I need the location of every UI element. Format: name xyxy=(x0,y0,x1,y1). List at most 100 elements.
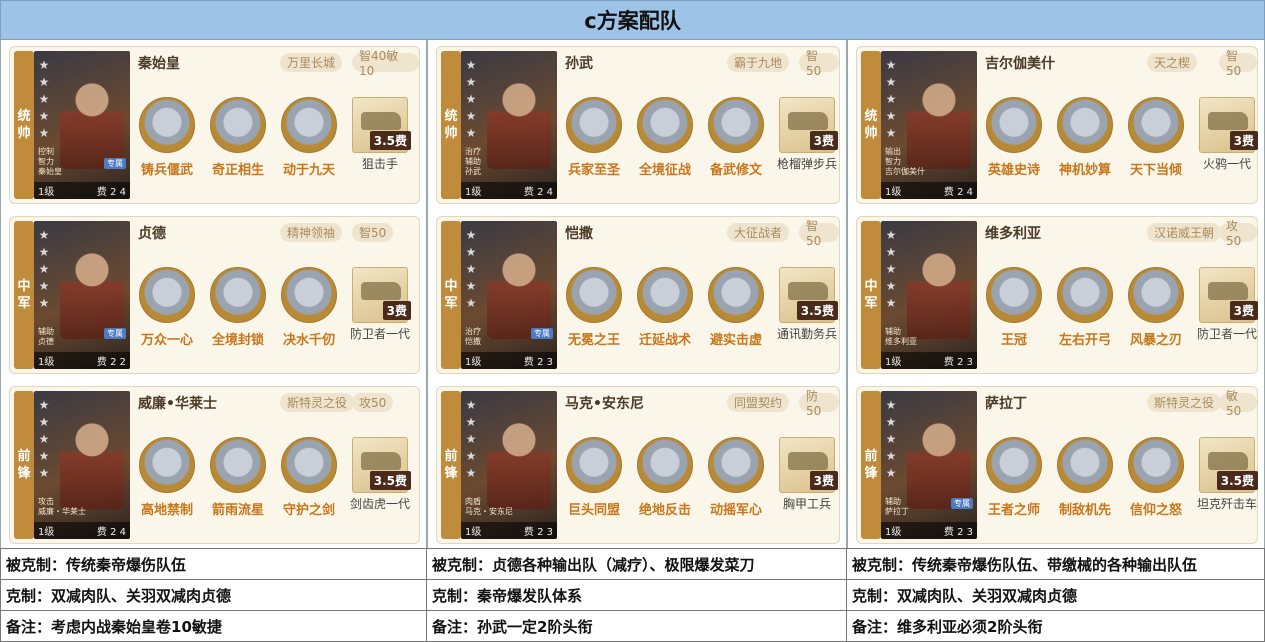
unit-item[interactable]: 3费 火鸦一代 xyxy=(1197,97,1258,172)
unit-item[interactable]: 3.5费 剑齿虎一代 xyxy=(350,437,411,512)
skill-item[interactable]: 制敌机先 xyxy=(1054,437,1116,518)
hero-portrait[interactable]: ★ ★ ★ ★ ★ 治疗 恺撒 专属 1级 费 2 3 xyxy=(461,221,557,369)
portrait-attr: 恺撒 xyxy=(465,337,481,346)
hero-figure-image xyxy=(487,413,551,509)
skill-item[interactable]: 箭雨流星 xyxy=(207,437,269,518)
skill-item[interactable]: 天下当倾 xyxy=(1125,97,1187,178)
skill-item[interactable]: 神机妙算 xyxy=(1054,97,1116,178)
hero-card[interactable]: 中军 ★ ★ ★ ★ ★ 辅助 贞德 专属 1级费 2 2 贞德 精神领袖 智50 万众一心 全境封锁 决水千… xyxy=(9,216,420,374)
unit-item[interactable]: 3费 胸甲工兵 xyxy=(777,437,838,512)
unit-label: 火鸦一代 xyxy=(1202,157,1251,171)
unit-item[interactable]: 3.5费 通讯勤务兵 xyxy=(777,267,838,342)
skill-item[interactable]: 巨头同盟 xyxy=(563,437,625,518)
hero-card[interactable]: 前锋 ★ ★ ★ ★ ★ 辅助 萨拉丁 专属 1级费 2 3 萨拉丁 斯特灵之役 敏50 王者之师 制敌机先… xyxy=(856,386,1258,544)
hero-card[interactable]: 统帅 ★ ★ ★ ★ ★ 治疗 辅助 孙武 1级费 2 4 孙武 霸于九地 智50 兵家至圣 全境征战 备武修… xyxy=(436,46,840,204)
skill-item[interactable]: 避实击虚 xyxy=(705,267,767,348)
hero-card[interactable]: 前锋 ★ ★ ★ ★ ★ 攻击 威廉・华莱士 1级 费 2 4 威廉•华莱士 斯特灵之役 攻50 高地禁制… xyxy=(9,386,420,544)
hero-portrait[interactable]: ★ ★ ★ ★ ★ 辅助 维多利亚 1级 费 2 3 xyxy=(881,221,977,369)
unit-icon: 3.5费 xyxy=(352,437,411,493)
unit-item[interactable]: 3.5费 狙击手 xyxy=(350,97,411,172)
skill-icon xyxy=(210,267,266,323)
hero-tag: 同盟契约 xyxy=(727,393,790,412)
skill-label: 英雄史诗 xyxy=(987,163,1040,178)
portrait-attr: 孙武 xyxy=(465,167,481,176)
hero-level: 1级 xyxy=(885,527,902,538)
skill-item[interactable]: 备武修文 xyxy=(705,97,767,178)
star-rating-icon: ★ ★ ★ ★ ★ xyxy=(465,398,477,480)
skill-item[interactable]: 王冠 xyxy=(983,267,1045,348)
hero-cost: 费 2 3 xyxy=(524,523,553,538)
skill-label: 铸兵偃武 xyxy=(140,163,193,178)
unit-item[interactable]: 3.5费 坦克歼击车 xyxy=(1197,437,1258,512)
cost-text: 费 2 xyxy=(523,187,544,198)
role-label: 中军 xyxy=(861,221,881,369)
skill-item[interactable]: 奇正相生 xyxy=(207,97,269,178)
hero-portrait[interactable]: ★ ★ ★ ★ ★ 输出 智力 吉尔伽美什 1级 费 2 4 xyxy=(881,51,977,199)
skill-item[interactable]: 守护之剑 xyxy=(278,437,340,518)
skill-item[interactable]: 铸兵偃武 xyxy=(136,97,198,178)
star-rating-icon: ★ ★ ★ ★ ★ xyxy=(885,58,897,140)
hero-tag: 天之楔 xyxy=(1147,53,1198,72)
hero-figure-image xyxy=(60,73,124,169)
portrait-attr: 肉盾 xyxy=(465,497,481,506)
hero-tag: 万里长城 xyxy=(280,53,343,72)
hero-card[interactable]: 中军 ★ ★ ★ ★ ★ 辅助 维多利亚 1级费 2 3 维多利亚 汉诺威王朝 攻50 王冠 左右开弓 风暴… xyxy=(856,216,1258,374)
hero-portrait[interactable]: ★ ★ ★ ★ ★ 肉盾 马克・安东尼 1级 费 2 3 xyxy=(461,391,557,539)
hero-cost: 费 2 4 xyxy=(524,183,553,198)
skill-icon xyxy=(566,267,622,323)
skill-icon xyxy=(139,97,195,153)
skill-label: 动摇军心 xyxy=(709,503,762,518)
cost-text: 费 2 xyxy=(523,527,544,538)
hero-portrait[interactable]: ★ ★ ★ ★ ★ 攻击 威廉・华莱士 1级 费 2 4 xyxy=(34,391,130,539)
hero-card[interactable]: 前锋 ★ ★ ★ ★ ★ 肉盾 马克・安东尼 1级 费 2 3 马克•安东尼 同盟契约 防50 巨头同盟 绝… xyxy=(436,386,840,544)
hero-portrait[interactable]: ★ ★ ★ ★ ★ 控制 智力 秦始皇 专属 1级 费 2 4 xyxy=(34,51,130,199)
hero-card[interactable]: 中军 ★ ★ ★ ★ ★ 治疗 恺撒 专属 1级费 2 3 恺撒 大征战者 智50 无冕之王 迁延战术 避实击… xyxy=(436,216,840,374)
skill-item[interactable]: 英雄史诗 xyxy=(983,97,1045,178)
portrait-attr: 治疗 xyxy=(465,327,481,336)
skill-item[interactable]: 决水千仞 xyxy=(278,267,340,348)
skill-item[interactable]: 全境征战 xyxy=(634,97,696,178)
unit-item[interactable]: 3费 防卫者一代 xyxy=(350,267,411,342)
skill-label: 信仰之怒 xyxy=(1129,503,1182,518)
portrait-attr: 智力 xyxy=(38,157,54,166)
hero-cost: 费 2 3 xyxy=(944,353,973,368)
skill-item[interactable]: 风暴之刃 xyxy=(1125,267,1187,348)
skill-icon xyxy=(986,437,1042,493)
cost-text: 费 2 xyxy=(943,357,964,368)
portrait-footer: 1级 费 2 4 xyxy=(34,522,130,539)
skill-item[interactable]: 无冕之王 xyxy=(563,267,625,348)
star-count: 4 xyxy=(546,187,553,198)
skill-label: 神机妙算 xyxy=(1058,163,1111,178)
hero-tag: 智40敏10 xyxy=(352,49,419,78)
hero-portrait[interactable]: ★ ★ ★ ★ ★ 辅助 萨拉丁 专属 1级 费 2 3 xyxy=(881,391,977,539)
skill-item[interactable]: 动摇军心 xyxy=(705,437,767,518)
skill-item[interactable]: 兵家至圣 xyxy=(563,97,625,178)
skill-item[interactable]: 信仰之怒 xyxy=(1125,437,1187,518)
hero-name: 萨拉丁 xyxy=(985,396,1027,412)
skill-item[interactable]: 绝地反击 xyxy=(634,437,696,518)
portrait-attr: 输出 xyxy=(885,147,901,156)
portrait-footer: 1级 费 2 4 xyxy=(461,182,557,199)
hero-figure-image xyxy=(907,413,971,509)
exclusive-badge: 专属 xyxy=(531,328,553,339)
hero-portrait[interactable]: ★ ★ ★ ★ ★ 辅助 贞德 专属 1级 费 2 2 xyxy=(34,221,130,369)
hero-card[interactable]: 统帅 ★ ★ ★ ★ ★ 控制 智力 秦始皇 专属 1级费 2 4 秦始皇 万里长城 智40敏10 铸兵偃武… xyxy=(9,46,420,204)
skill-item[interactable]: 左右开弓 xyxy=(1054,267,1116,348)
skill-item[interactable]: 王者之师 xyxy=(983,437,1045,518)
skill-item[interactable]: 高地禁制 xyxy=(136,437,198,518)
unit-item[interactable]: 3费 防卫者一代 xyxy=(1197,267,1258,342)
role-label: 统帅 xyxy=(14,51,34,199)
hero-name: 孙武 xyxy=(565,56,593,72)
skill-item[interactable]: 万众一心 xyxy=(136,267,198,348)
skill-item[interactable]: 迁延战术 xyxy=(634,267,696,348)
skill-item[interactable]: 全境封锁 xyxy=(207,267,269,348)
skill-label: 万众一心 xyxy=(140,333,193,348)
skill-icon xyxy=(1128,267,1184,323)
unit-item[interactable]: 3费 枪榴弹步兵 xyxy=(777,97,838,172)
skill-item[interactable]: 动于九天 xyxy=(278,97,340,178)
portrait-attrs: 辅助 维多利亚 xyxy=(885,327,917,347)
role-char: 统 xyxy=(17,109,31,124)
hero-card[interactable]: 统帅 ★ ★ ★ ★ ★ 输出 智力 吉尔伽美什 1级费 2 4 吉尔伽美什 天之楔 智50 英雄史诗 神机… xyxy=(856,46,1258,204)
hero-portrait[interactable]: ★ ★ ★ ★ ★ 治疗 辅助 孙武 1级 费 2 4 xyxy=(461,51,557,199)
skill-label: 王者之师 xyxy=(987,503,1040,518)
